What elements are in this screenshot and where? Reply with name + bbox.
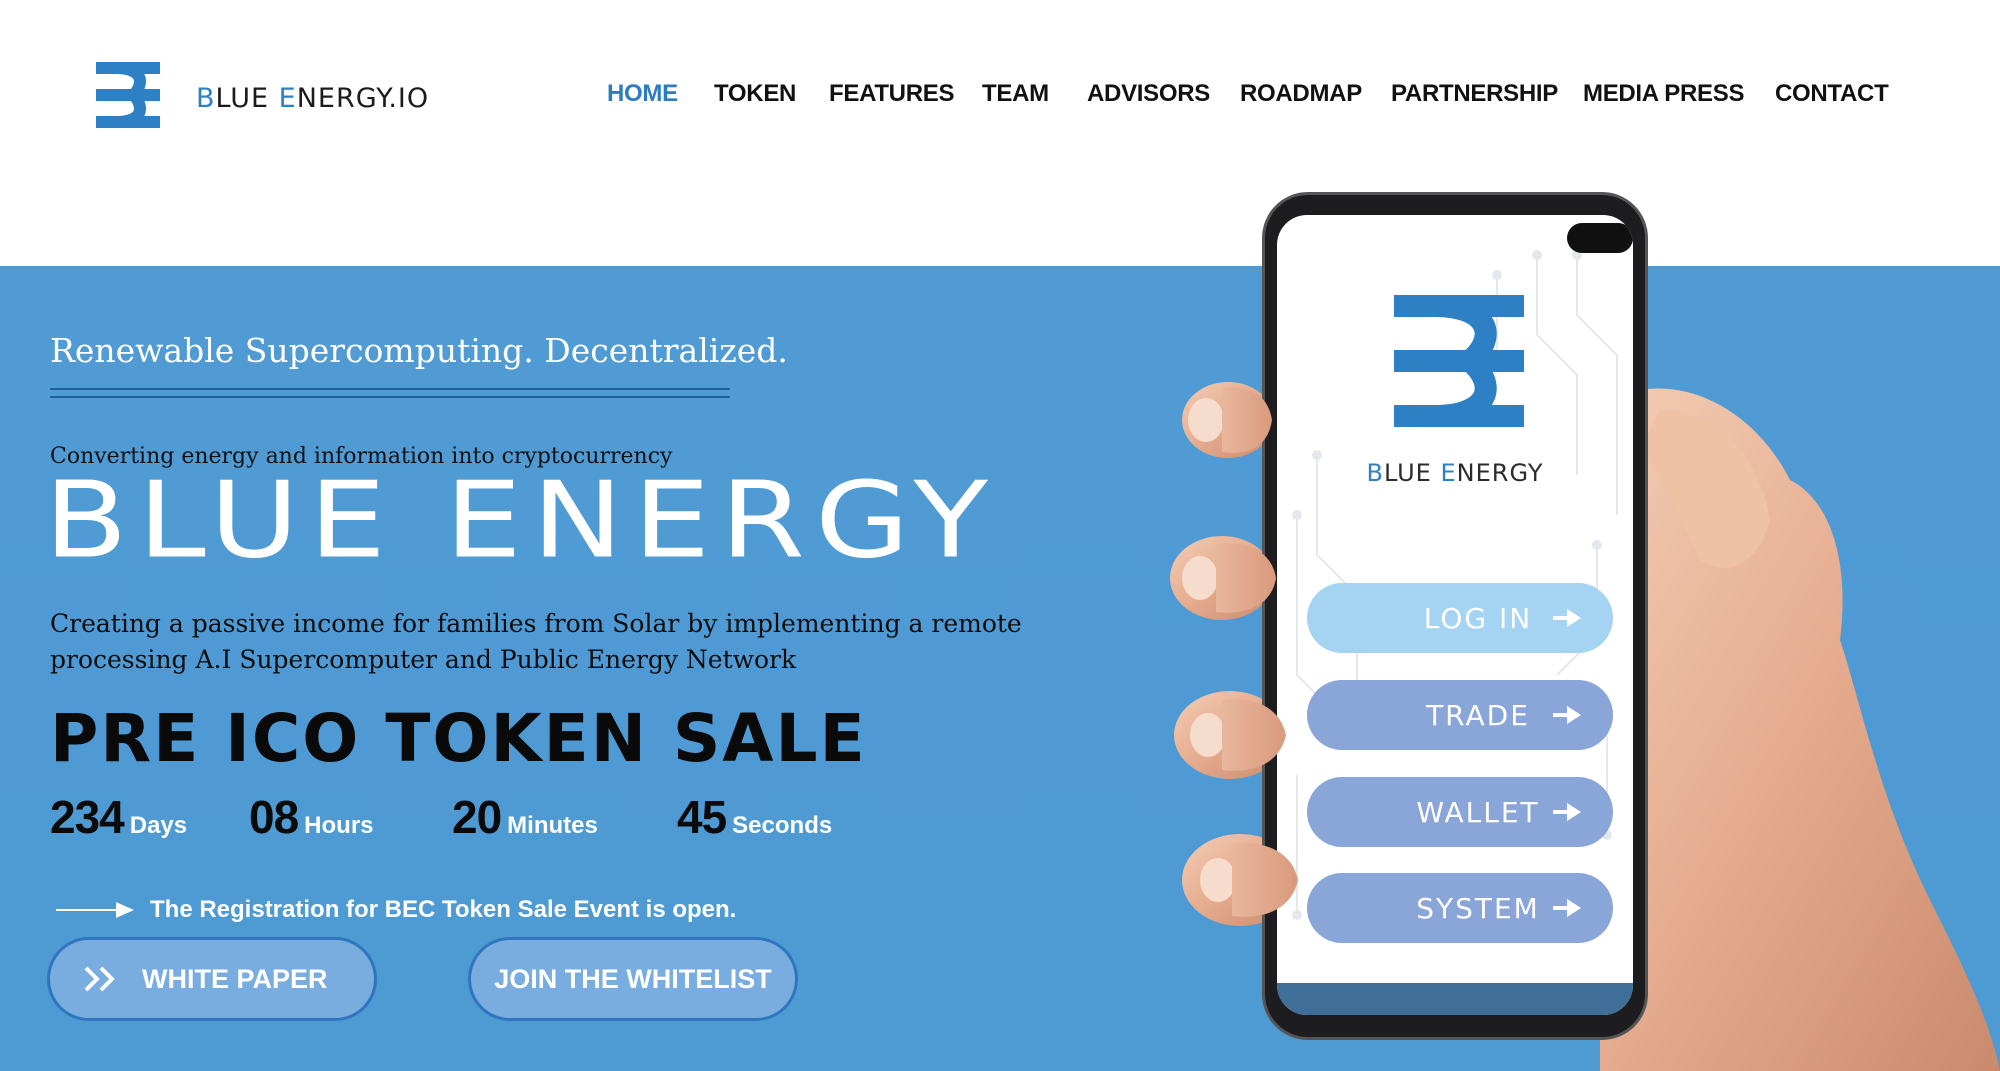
app-wallet-button[interactable]: WALLET bbox=[1307, 777, 1613, 847]
app-brand-letter-e: E bbox=[1440, 459, 1457, 487]
app-login-label: LOG IN bbox=[1423, 601, 1533, 635]
app-brand-letter-b: B bbox=[1366, 459, 1384, 487]
phone-camera bbox=[1567, 223, 1633, 253]
app-system-button[interactable]: SYSTEM bbox=[1307, 873, 1613, 943]
app-brand-part1: LUE bbox=[1383, 459, 1441, 487]
arrow-right-icon bbox=[1553, 609, 1581, 627]
arrow-right-icon bbox=[1553, 706, 1581, 724]
phone-screen: BLUE ENERGY LOG IN TRADE WALLET SYSTEM bbox=[1277, 215, 1633, 1015]
app-trade-label: TRADE bbox=[1426, 698, 1530, 732]
phone-mockup: BLUE ENERGY LOG IN TRADE WALLET SYSTEM bbox=[1262, 192, 1648, 1040]
blue-energy-app-logo-icon bbox=[1394, 295, 1524, 427]
app-wallet-label: WALLET bbox=[1416, 795, 1540, 829]
app-system-label: SYSTEM bbox=[1416, 891, 1540, 925]
app-login-button[interactable]: LOG IN bbox=[1307, 583, 1613, 653]
app-bottom-bar bbox=[1277, 983, 1633, 1015]
app-brand-part2: NERGY bbox=[1456, 459, 1544, 487]
app-trade-button[interactable]: TRADE bbox=[1307, 680, 1613, 750]
arrow-right-icon bbox=[1553, 803, 1581, 821]
app-brand-name: BLUE ENERGY bbox=[1277, 459, 1633, 487]
arrow-right-icon bbox=[1553, 899, 1581, 917]
hand-image bbox=[1170, 382, 2000, 1071]
